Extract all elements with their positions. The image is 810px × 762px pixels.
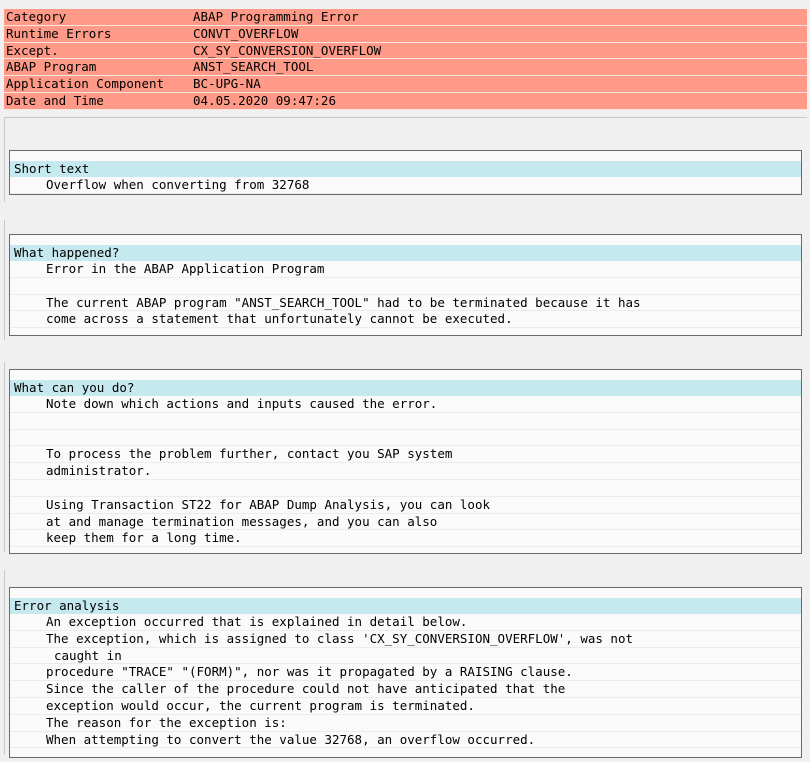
what-can-you-do-panel: What can you do? Note down which actions… (9, 369, 802, 554)
section-bracket (4, 220, 5, 340)
text-line[interactable]: come across a statement that unfortunate… (10, 311, 801, 329)
text-line (10, 278, 801, 295)
header-row-abap-program: ABAP Program ANST_SEARCH_TOOL (4, 59, 807, 77)
header-value[interactable]: BC-UPG-NA (193, 76, 261, 92)
text-line[interactable]: The current ABAP program "ANST_SEARCH_TO… (10, 295, 801, 312)
header-row-date-and-time: Date and Time 04.05.2020 09:47:26 (4, 92, 807, 110)
header-key: ABAP Program (6, 59, 97, 75)
text-line[interactable]: To process the problem further, contact … (10, 446, 801, 464)
section-title: Error analysis (10, 598, 801, 614)
text-line[interactable]: caught in (10, 648, 801, 665)
header-key: Application Component (6, 76, 165, 92)
text-line[interactable]: Using Transaction ST22 for ABAP Dump Ana… (10, 497, 801, 514)
section-title: What can you do? (10, 380, 801, 396)
header-key: Runtime Errors (6, 25, 112, 41)
text-line[interactable]: at and manage termination messages, and … (10, 514, 801, 531)
header-key: Date and Time (6, 92, 104, 108)
header-row-runtime-errors: Runtime Errors CONVT_OVERFLOW (4, 25, 807, 43)
text-line[interactable]: procedure "TRACE" "(FORM)", nor was it p… (10, 664, 801, 682)
section-title: What happened? (10, 245, 801, 261)
header-key: Category (6, 9, 67, 24)
header-row-exception: Except. CX_SY_CONVERSION_OVERFLOW (4, 42, 807, 60)
text-line[interactable]: Error in the ABAP Application Program (10, 261, 801, 278)
text-line[interactable]: The exception, which is assigned to clas… (10, 631, 801, 648)
text-line (10, 413, 801, 430)
text-line[interactable]: keep them for a long time. (10, 530, 801, 548)
dump-header-table: Category ABAP Programming Error Runtime … (4, 9, 807, 110)
header-value[interactable]: ABAP Programming Error (193, 9, 359, 25)
section-bracket (4, 118, 5, 202)
text-line[interactable]: administrator. (10, 463, 801, 480)
text-line[interactable]: Since the caller of the procedure could … (10, 681, 801, 698)
short-text-panel: Short text Overflow when converting from… (9, 150, 802, 195)
header-value[interactable]: 04.05.2020 09:47:26 (193, 93, 336, 109)
text-line[interactable]: An exception occurred that is explained … (10, 614, 801, 631)
section-bracket (4, 570, 5, 755)
header-key: Except. (6, 42, 59, 58)
section-title: Short text (10, 161, 801, 177)
header-row-application-component: Application Component BC-UPG-NA (4, 76, 807, 93)
error-analysis-panel: Error analysis An exception occurred tha… (9, 587, 802, 758)
header-divider (4, 117, 807, 118)
text-line[interactable]: exception would occur, the current progr… (10, 698, 801, 715)
what-happened-panel: What happened? Error in the ABAP Applica… (9, 234, 802, 336)
text-line (10, 480, 801, 497)
header-value[interactable]: CONVT_OVERFLOW (193, 26, 298, 42)
text-line (10, 430, 801, 447)
text-line[interactable]: Overflow when converting from 32768 (10, 177, 801, 194)
section-bracket (4, 362, 5, 552)
text-line[interactable]: Note down which actions and inputs cause… (10, 396, 801, 413)
text-line[interactable]: When attempting to convert the value 327… (10, 732, 801, 749)
header-value[interactable]: ANST_SEARCH_TOOL (193, 59, 313, 75)
text-line[interactable]: The reason for the exception is: (10, 715, 801, 732)
header-row-category: Category ABAP Programming Error (4, 9, 807, 26)
header-value[interactable]: CX_SY_CONVERSION_OVERFLOW (193, 43, 381, 59)
